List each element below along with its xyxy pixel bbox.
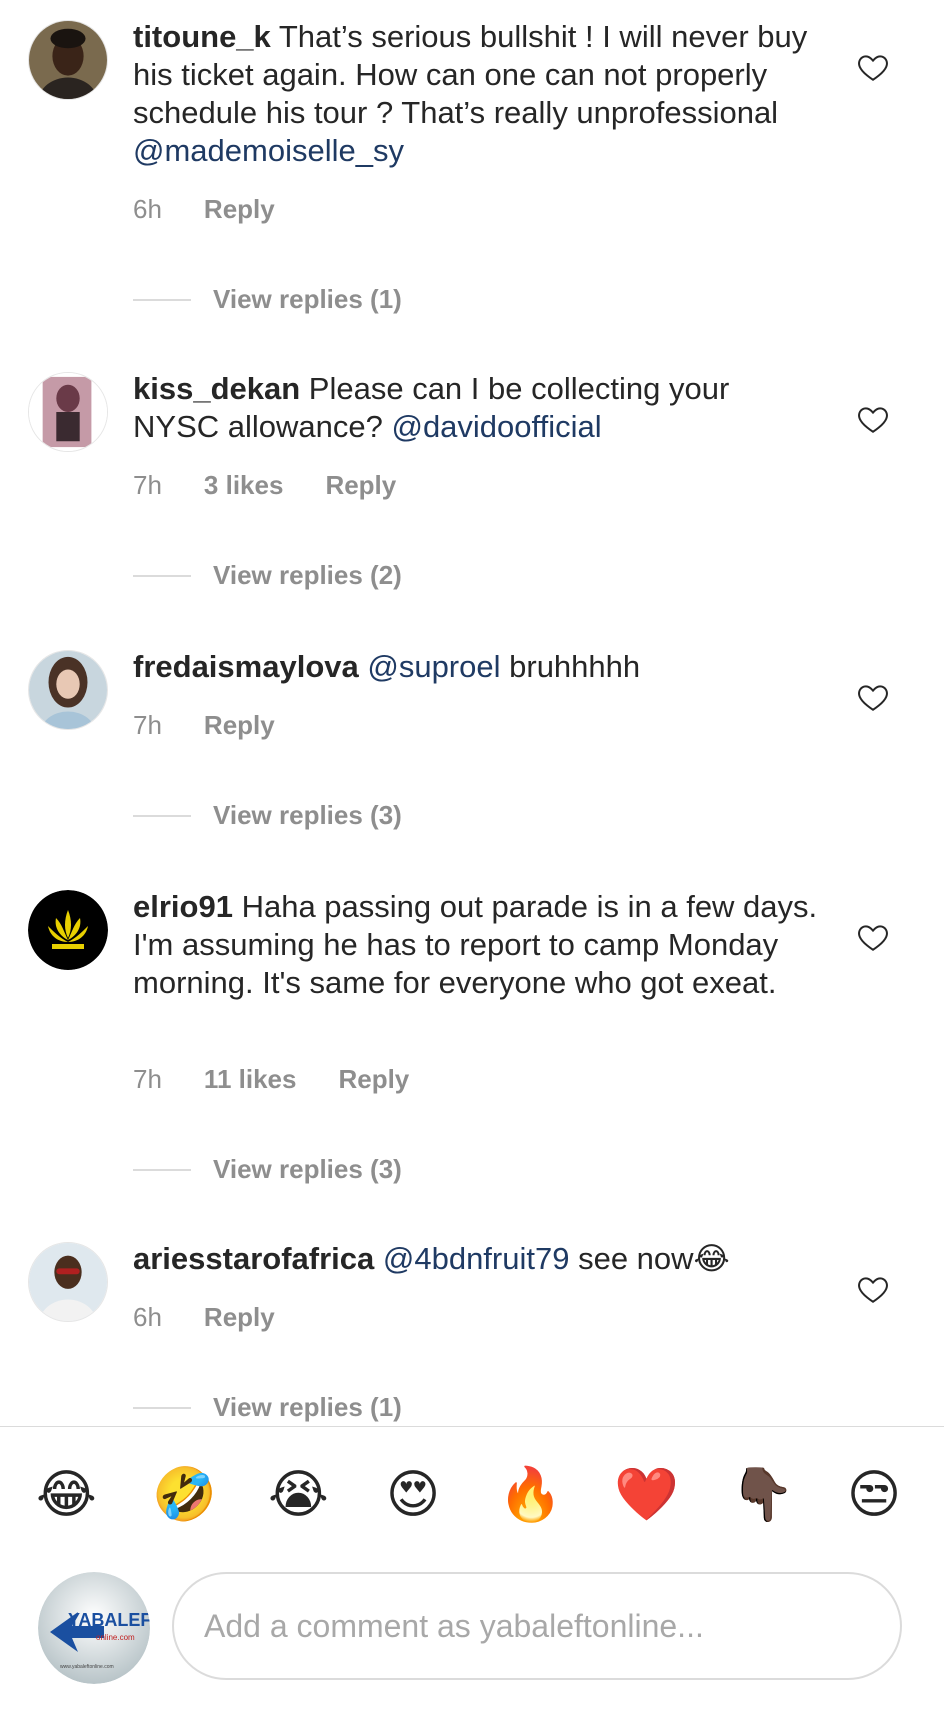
reply-button[interactable]: Reply — [204, 194, 275, 225]
emoji-button[interactable]: 👇🏿 — [730, 1465, 795, 1525]
avatar[interactable] — [28, 20, 108, 100]
like-button[interactable] — [856, 50, 890, 84]
view-replies-button[interactable]: View replies (2) — [133, 560, 402, 591]
heart-outline-icon — [858, 55, 888, 81]
comment-time: 6h — [133, 1302, 162, 1332]
comment-body: ariesstarofafrica @4bdnfruit79 see now😂 — [133, 1240, 823, 1278]
comment-username[interactable]: titoune_k — [133, 19, 271, 54]
view-replies-label: View replies (2) — [213, 560, 402, 590]
comments-list: titoune_k That’s serious bullshit ! I wi… — [0, 0, 944, 1426]
likes-count[interactable]: 3 likes — [204, 470, 284, 501]
view-replies-label: View replies (1) — [213, 1392, 402, 1422]
like-button[interactable] — [856, 402, 890, 436]
reply-button[interactable]: Reply — [325, 470, 396, 501]
logo-text: YABALEFT — [68, 1610, 150, 1630]
emoji-button[interactable]: 😍 — [383, 1465, 443, 1525]
comment-text: Haha passing out parade is in a few days… — [133, 889, 818, 1000]
view-replies-button[interactable]: View replies (1) — [133, 284, 402, 315]
comment-username[interactable]: kiss_dekan — [133, 371, 300, 406]
emoji-button[interactable]: 🔥 — [498, 1465, 563, 1525]
avatar-image — [29, 373, 107, 451]
comment-meta: 6h Reply — [133, 194, 275, 225]
like-button[interactable] — [856, 1272, 890, 1306]
yabaleft-logo-image: YABALEFT online.com www.yabaleftonline.c… — [38, 1572, 150, 1684]
comment-mention[interactable]: @davidoofficial — [391, 409, 601, 444]
divider-line — [133, 574, 191, 577]
divider-line — [133, 1168, 191, 1171]
comment-username[interactable]: ariesstarofafrica — [133, 1241, 374, 1276]
reply-button[interactable]: Reply — [204, 710, 275, 741]
comment-meta: 6h Reply — [133, 1302, 275, 1333]
avatar[interactable] — [28, 890, 108, 970]
emoji-button[interactable]: 😭 — [268, 1465, 329, 1525]
view-replies-button[interactable]: View replies (1) — [133, 1392, 402, 1423]
comment-username[interactable]: fredaismaylova — [133, 649, 359, 684]
comment-time: 7h — [133, 1064, 162, 1094]
comment-body: elrio91 Haha passing out parade is in a … — [133, 888, 823, 1002]
comment-mention[interactable]: @mademoiselle_sy — [133, 133, 404, 168]
comment-body: titoune_k That’s serious bullshit ! I wi… — [133, 18, 823, 170]
emoji-button[interactable]: 😂 — [36, 1465, 97, 1525]
comment-body: kiss_dekan Please can I be collecting yo… — [133, 370, 823, 446]
avatar-image — [28, 890, 108, 970]
avatar-image — [29, 1243, 107, 1321]
divider-line — [133, 1406, 191, 1409]
divider-line — [133, 298, 191, 301]
view-replies-label: View replies (1) — [213, 284, 402, 314]
divider-line — [133, 814, 191, 817]
comment-time: 7h — [133, 470, 162, 500]
view-replies-label: View replies (3) — [213, 1154, 402, 1184]
heart-outline-icon — [858, 685, 888, 711]
comment-text-after: bruhhhhh — [500, 649, 641, 684]
avatar-image — [29, 651, 107, 729]
avatar[interactable] — [28, 372, 108, 452]
logo-subtext: online.com — [96, 1633, 135, 1642]
avatar[interactable] — [28, 650, 108, 730]
view-replies-button[interactable]: View replies (3) — [133, 1154, 402, 1185]
avatar[interactable] — [28, 1242, 108, 1322]
like-button[interactable] — [856, 680, 890, 714]
view-replies-button[interactable]: View replies (3) — [133, 800, 402, 831]
like-button[interactable] — [856, 920, 890, 954]
comment-text-after: see now😂 — [569, 1241, 730, 1276]
comment-mention[interactable]: @suproel — [367, 649, 500, 684]
comment-meta: 7h 3 likes Reply — [133, 470, 396, 501]
heart-outline-icon — [858, 925, 888, 951]
comment-meta: 7h Reply — [133, 710, 275, 741]
heart-outline-icon — [858, 1277, 888, 1303]
self-avatar[interactable]: YABALEFT online.com www.yabaleftonline.c… — [38, 1572, 150, 1684]
emoji-quick-bar: 😂 🤣 😭 😍 🔥 ❤️ 👇🏿 😒 — [0, 1426, 944, 1567]
comment-input[interactable] — [172, 1572, 902, 1680]
emoji-button[interactable]: 🤣 — [152, 1465, 217, 1525]
comment-meta: 7h 11 likes Reply — [133, 1064, 409, 1095]
avatar-image — [29, 21, 107, 99]
comment-composer: YABALEFT online.com www.yabaleftonline.c… — [0, 1566, 944, 1724]
logo-url: www.yabaleftonline.com — [60, 1664, 114, 1670]
comment-body: fredaismaylova @suproel bruhhhhh — [133, 648, 823, 686]
view-replies-label: View replies (3) — [213, 800, 402, 830]
heart-outline-icon — [858, 407, 888, 433]
comment-time: 6h — [133, 194, 162, 224]
comment-time: 7h — [133, 710, 162, 740]
reply-button[interactable]: Reply — [338, 1064, 409, 1095]
comment-username[interactable]: elrio91 — [133, 889, 233, 924]
likes-count[interactable]: 11 likes — [204, 1064, 297, 1095]
reply-button[interactable]: Reply — [204, 1302, 275, 1333]
emoji-button[interactable]: ❤️ — [614, 1465, 679, 1525]
comment-mention[interactable]: @4bdnfruit79 — [383, 1241, 570, 1276]
emoji-button[interactable]: 😒 — [844, 1465, 904, 1525]
